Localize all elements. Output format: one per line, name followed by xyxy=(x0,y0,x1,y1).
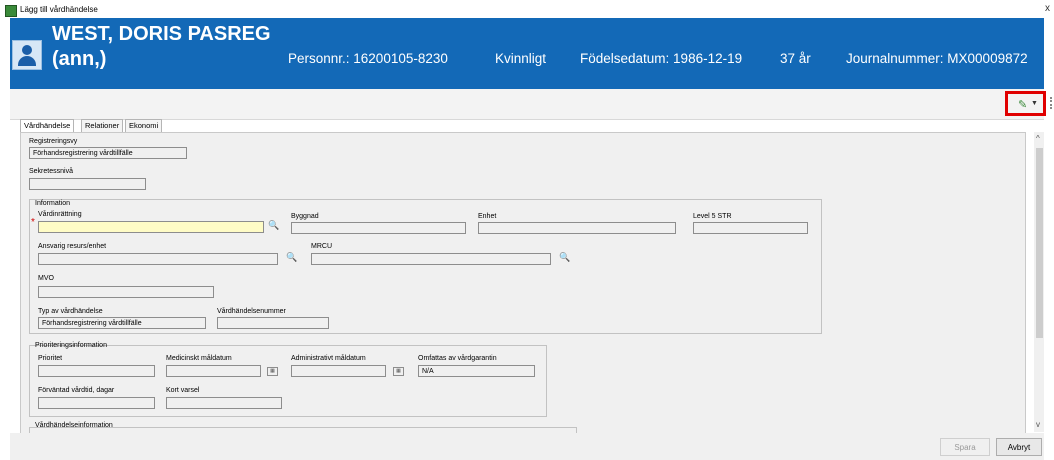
scrollbar-thumb[interactable] xyxy=(1036,148,1043,338)
medicinskt-field[interactable] xyxy=(166,365,261,377)
search-icon[interactable]: 🔍 xyxy=(286,252,297,263)
byggnad-label: Byggnad xyxy=(291,213,319,220)
prioritet-label: Prioritet xyxy=(38,355,63,362)
registreringsvy-field[interactable]: Förhandsregistrering vårdtillfälle xyxy=(29,147,187,159)
close-icon[interactable]: x xyxy=(1045,3,1050,14)
vhinfo-group-title: Vårdhändelseinformation xyxy=(35,422,113,429)
kortvarsel-field[interactable] xyxy=(166,397,282,409)
vardinrattning-label: Vårdinrättning xyxy=(38,211,82,218)
toolbar: ✎ ▼ xyxy=(10,89,1052,120)
search-icon[interactable]: 🔍 xyxy=(268,220,279,231)
mrcu-field[interactable] xyxy=(311,253,551,265)
information-group-title: Information xyxy=(35,200,71,207)
omfattas-field[interactable]: N/A xyxy=(418,365,535,377)
kortvarsel-label: Kort varsel xyxy=(166,387,200,394)
patient-name: WEST, DORIS PASREG (ann,) xyxy=(52,22,271,72)
typ-label: Typ av vårdhändelse xyxy=(38,308,103,315)
patient-header: WEST, DORIS PASREG (ann,) Personnr.: 162… xyxy=(10,18,1044,89)
admin-field[interactable] xyxy=(291,365,386,377)
byggnad-field[interactable] xyxy=(291,222,466,234)
tab-vardhandelse[interactable]: Vårdhändelse xyxy=(20,119,75,133)
birthdate: Födelsedatum: 1986-12-19 xyxy=(580,51,743,66)
prioritering-group-title: Prioriteringsinformation xyxy=(35,342,107,349)
avatar xyxy=(12,40,42,70)
ansvarig-label: Ansvarig resurs/enhet xyxy=(38,243,107,250)
window-titlebar: Lägg till vårdhändelse x xyxy=(0,0,1054,20)
level5-field[interactable] xyxy=(693,222,808,234)
window-title: Lägg till vårdhändelse xyxy=(20,5,98,14)
level5-label: Level 5 STR xyxy=(693,213,732,220)
vertical-scrollbar[interactable]: ^ v xyxy=(1034,132,1044,432)
sekretess-field[interactable] xyxy=(29,178,146,190)
pen-icon: ✎ xyxy=(1018,99,1028,111)
scroll-up-icon[interactable]: ^ xyxy=(1036,134,1040,143)
tab-relationer[interactable]: Relationer xyxy=(81,119,124,132)
ansvarig-field[interactable] xyxy=(38,253,278,265)
dialog-footer: Spara Avbryt xyxy=(10,433,1044,460)
forvantad-label: Förväntad vårdtid, dagar xyxy=(38,387,115,394)
calendar-icon[interactable]: ▦ xyxy=(267,367,278,376)
form-panel: Registreringsvy Förhandsregistrering vår… xyxy=(20,132,1026,434)
cancel-button[interactable]: Avbryt xyxy=(996,438,1042,456)
mvo-label: MVO xyxy=(38,275,54,282)
save-button[interactable]: Spara xyxy=(940,438,990,456)
vhnummer-field[interactable] xyxy=(217,317,329,329)
action-menu-button[interactable]: ✎ ▼ xyxy=(1005,91,1046,116)
vardinrattning-input[interactable] xyxy=(38,221,264,233)
scroll-down-icon[interactable]: v xyxy=(1036,420,1040,429)
omfattas-label: Omfattas av vårdgarantin xyxy=(418,355,497,362)
journal-number: Journalnummer: MX00009872 xyxy=(846,51,1028,66)
typ-field[interactable]: Förhandsregistrering vårdtillfälle xyxy=(38,317,206,329)
enhet-label: Enhet xyxy=(478,213,497,220)
vhnummer-label: Vårdhändelsenummer xyxy=(217,308,286,315)
app-icon xyxy=(5,5,17,17)
tab-ekonomi[interactable]: Ekonomi xyxy=(125,119,163,132)
chevron-down-icon: ▼ xyxy=(1031,100,1038,107)
person-icon xyxy=(22,45,32,55)
admin-label: Administrativt måldatum xyxy=(291,355,366,362)
enhet-field[interactable] xyxy=(478,222,676,234)
mrcu-label: MRCU xyxy=(311,243,332,250)
medicinskt-label: Medicinskt måldatum xyxy=(166,355,232,362)
personnr: Personnr.: 16200105-8230 xyxy=(288,51,448,66)
gender: Kvinnligt xyxy=(495,51,547,66)
patient-name-line2: (ann,) xyxy=(52,48,107,70)
age: 37 år xyxy=(780,51,811,66)
forvantad-field[interactable] xyxy=(38,397,155,409)
search-icon[interactable]: 🔍 xyxy=(559,252,570,263)
patient-name-line1: WEST, DORIS PASREG xyxy=(52,23,271,45)
prioritet-field[interactable] xyxy=(38,365,155,377)
required-marker: * xyxy=(31,217,35,228)
mvo-field[interactable] xyxy=(38,286,214,298)
toolbar-grip[interactable] xyxy=(1050,97,1054,109)
registreringsvy-label: Registreringsvy xyxy=(29,138,78,145)
left-strip xyxy=(0,89,10,460)
calendar-icon[interactable]: ▦ xyxy=(393,367,404,376)
sekretess-label: Sekretessnivå xyxy=(29,168,73,175)
